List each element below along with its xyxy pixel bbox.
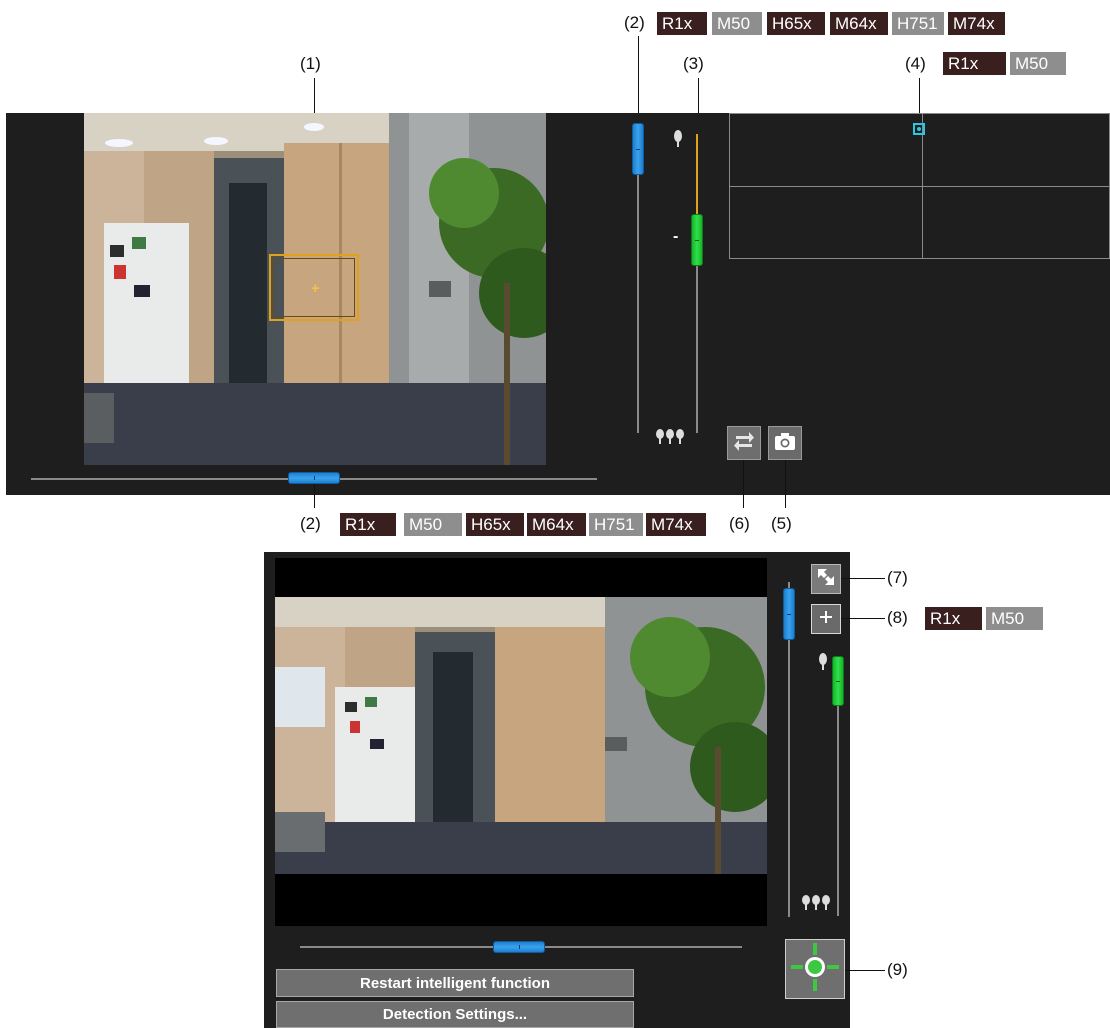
model-tag: H65x xyxy=(466,513,524,536)
callout-8: (8) xyxy=(887,608,908,627)
model-tag: H751 xyxy=(892,12,944,35)
preset-button[interactable] xyxy=(785,939,845,999)
callout-5: (5) xyxy=(771,514,792,533)
callout-2-bottom: (2) xyxy=(300,514,321,533)
leader-line xyxy=(845,970,885,971)
callout-6: (6) xyxy=(729,514,750,533)
crosshair-icon: + xyxy=(311,280,320,297)
crosshair-target-icon xyxy=(790,942,840,997)
model-tag: M50 xyxy=(986,607,1043,630)
tilt-slider-handle[interactable] xyxy=(783,588,795,640)
model-tags-2-bottom: R1x M50 H65x M64x H751 M74x xyxy=(340,513,720,536)
single-tree-icon xyxy=(672,129,684,154)
three-trees-icon xyxy=(801,894,831,917)
region-selection-box[interactable]: + xyxy=(269,254,359,321)
leader-line xyxy=(314,78,315,118)
callout-9: (9) xyxy=(887,960,908,979)
leader-line xyxy=(785,460,786,508)
three-trees-icon xyxy=(655,428,685,451)
model-tag: M74x xyxy=(948,12,1005,35)
callout-3: (3) xyxy=(683,54,704,73)
callout-1: (1) xyxy=(300,54,321,73)
single-tree-icon xyxy=(817,652,829,677)
snapshot-button[interactable] xyxy=(768,426,802,460)
model-tag: M50 xyxy=(712,12,762,35)
leader-line xyxy=(314,484,315,508)
model-tags-8: R1x M50 xyxy=(925,607,1055,630)
fullscreen-button[interactable] xyxy=(811,564,841,594)
leader-line xyxy=(743,460,744,508)
model-tags-2-top: R1x M50 H65x M64x H751 M74x xyxy=(657,12,1017,35)
callout-2-top: (2) xyxy=(624,13,645,32)
leader-line xyxy=(841,578,885,579)
model-tag: H65x xyxy=(767,12,825,35)
restart-intelligent-button[interactable]: Restart intelligent function xyxy=(276,969,634,997)
leader-line xyxy=(638,36,639,118)
model-tags-4: R1x M50 xyxy=(943,52,1083,75)
add-button[interactable] xyxy=(811,604,841,634)
zoom-slider-handle[interactable] xyxy=(832,656,844,706)
fullscreen-icon xyxy=(816,567,836,592)
pan-slider-handle[interactable] xyxy=(288,472,340,484)
leader-line xyxy=(841,618,885,619)
model-tag: R1x xyxy=(340,513,396,536)
video-image[interactable] xyxy=(275,597,767,874)
model-tag: M50 xyxy=(404,513,462,536)
tilt-slider-handle[interactable] xyxy=(632,123,644,175)
callout-4: (4) xyxy=(905,54,926,73)
switch-button[interactable] xyxy=(727,426,761,460)
model-tag: M64x xyxy=(830,12,888,35)
swap-arrows-icon xyxy=(733,430,755,457)
detection-settings-button[interactable]: Detection Settings... xyxy=(276,1001,634,1028)
panorama-position-marker[interactable] xyxy=(913,122,925,135)
zoom-slider-handle[interactable] xyxy=(691,214,703,266)
model-tag: H751 xyxy=(589,513,643,536)
model-tag: M74x xyxy=(646,513,706,536)
callout-7: (7) xyxy=(887,568,908,587)
camera-icon xyxy=(774,431,796,456)
model-tag: R1x xyxy=(925,607,982,630)
model-tag: M50 xyxy=(1010,52,1066,75)
model-tag: R1x xyxy=(943,52,1006,75)
model-tag: M64x xyxy=(527,513,586,536)
pan-slider-handle[interactable] xyxy=(493,941,545,953)
plus-icon xyxy=(818,609,834,630)
zoom-slider-track[interactable] xyxy=(696,248,698,433)
model-tag: R1x xyxy=(657,12,707,35)
zoom-minus-label: - xyxy=(673,228,679,245)
